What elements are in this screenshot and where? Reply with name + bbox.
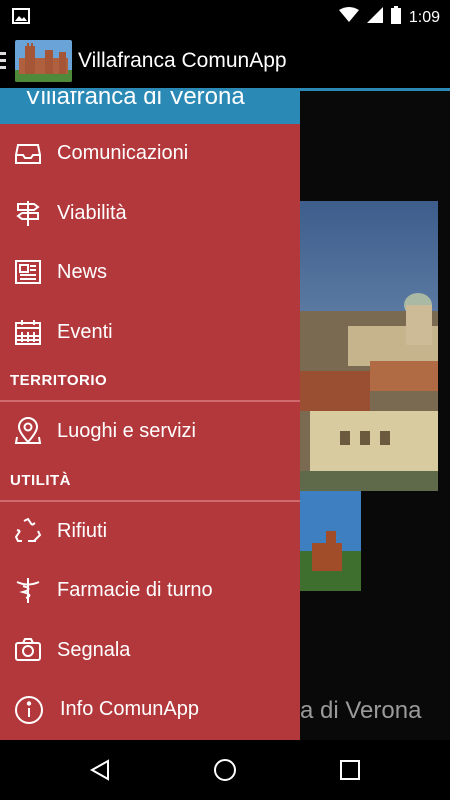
caduceus-icon [14,576,42,604]
content-caption: a di Verona [300,697,422,724]
menu-item-rifiuti[interactable]: Rifiuti [0,502,300,562]
menu-item-label: News [57,261,108,283]
menu-item-farmacie-di-turno[interactable]: Farmacie di turno [0,561,300,621]
menu-item-segnala[interactable]: Segnala [0,621,300,681]
menu-item-info-comunapp[interactable]: Info ComunApp [0,680,300,740]
recents-icon[interactable] [338,758,362,782]
castle-logo[interactable] [15,40,72,82]
navigation-drawer: Villafranca di Verona Comunicazioni Viab… [0,91,300,740]
camera-icon [14,636,42,664]
castle-thumbnail[interactable] [300,491,361,591]
newspaper-icon [14,258,42,286]
action-bar: Villafranca ComunApp [0,32,450,90]
menu-toggle-icon[interactable] [0,52,8,73]
recycle-icon [14,517,42,545]
menu-item-label: Eventi [57,320,113,343]
drawer-menu-list: Comunicazioni Viabilità News Eventi TERR… [0,124,300,740]
section-header-utilita: UTILITÀ [0,462,300,502]
menu-item-label: Comunicazioni [57,142,189,164]
menu-item-label: Segnala [57,638,131,661]
menu-item-label: Info ComunApp [60,698,199,720]
menu-item-eventi[interactable]: Eventi [0,303,300,363]
menu-item-label: Farmacie di turno [57,579,213,601]
app-title: Villafranca ComunApp [78,49,287,72]
signpost-icon [14,199,42,227]
menu-item-luoghi-e-servizi[interactable]: Luoghi e servizi [0,402,300,462]
wifi-icon [338,7,359,28]
image-icon [12,8,30,29]
signal-icon [366,7,383,28]
menu-item-news[interactable]: News [0,243,300,303]
info-icon [14,695,43,724]
status-bar: 1:09 [0,0,450,32]
calendar-icon [14,318,42,346]
home-icon[interactable] [213,758,237,782]
inbox-icon [14,139,42,167]
section-header-territorio: TERRITORIO [0,362,300,402]
drawer-header: Villafranca di Verona [0,91,300,124]
menu-item-label: Rifiuti [57,519,108,542]
back-icon[interactable] [88,758,112,782]
menu-item-label: Viabilità [57,201,127,224]
menu-item-label: Luoghi e servizi [57,420,196,442]
town-photo[interactable] [300,201,438,491]
battery-icon [390,6,401,29]
location-pin-icon [14,417,42,445]
system-nav-bar [0,740,450,800]
drawer-header-title: Villafranca di Verona [25,91,245,110]
menu-item-comunicazioni[interactable]: Comunicazioni [0,124,300,184]
section-header-label: UTILITÀ [10,471,71,489]
status-time: 1:09 [408,8,440,26]
section-header-label: TERRITORIO [10,372,108,389]
menu-item-viabilita[interactable]: Viabilità [0,184,300,244]
